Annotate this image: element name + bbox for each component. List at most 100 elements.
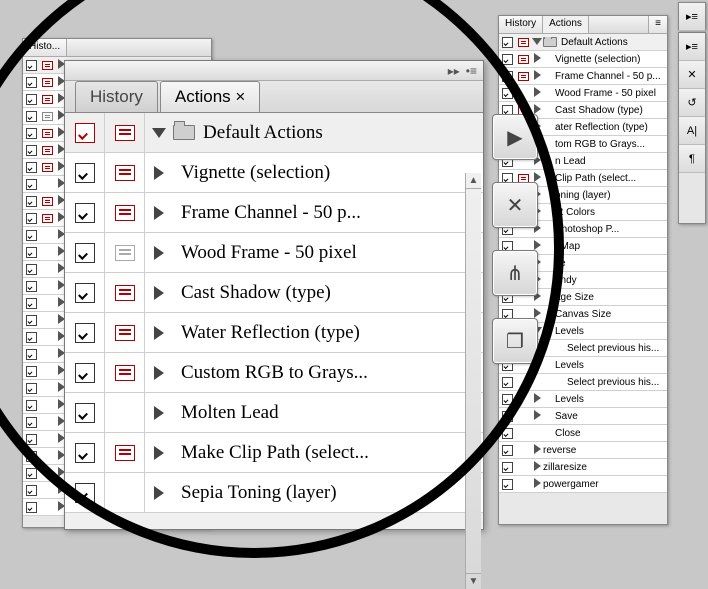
dialog-toggle-icon[interactable] [42,61,53,70]
action-row[interactable]: reverse [499,442,667,459]
expand-arrow-icon[interactable] [534,87,541,97]
char-icon[interactable]: A| [679,117,705,145]
action-row[interactable]: Water Reflection (type) [65,313,483,353]
action-row[interactable]: Close [499,425,667,442]
toggle-checkbox[interactable] [502,37,513,48]
dialog-toggle-icon[interactable] [115,445,135,461]
toggle-checkbox[interactable] [502,445,513,456]
toggle-checkbox[interactable] [26,366,37,377]
toggle-checkbox[interactable] [75,403,95,423]
expand-arrow-icon[interactable] [154,406,164,420]
expand-arrow-icon[interactable] [534,53,541,63]
dialog-toggle-icon[interactable] [42,146,53,155]
dialog-toggle-icon[interactable] [42,163,53,172]
toggle-checkbox[interactable] [26,60,37,71]
toggle-checkbox[interactable] [26,162,37,173]
toggle-checkbox[interactable] [502,71,513,82]
crossed-tools-icon[interactable]: ✕ [679,61,705,89]
action-set-header[interactable]: Default Actions [65,113,483,153]
toggle-checkbox[interactable] [26,94,37,105]
action-row[interactable]: Make Clip Path (select... [65,433,483,473]
action-set-header[interactable]: Default Actions [499,34,667,51]
expand-arrow-icon[interactable] [534,104,541,114]
toggle-checkbox[interactable] [26,400,37,411]
expand-arrow-icon[interactable] [154,166,164,180]
dialog-toggle-icon[interactable] [42,214,53,223]
expand-arrow-icon[interactable] [154,246,164,260]
expand-arrow-icon[interactable] [154,286,164,300]
drag-handle-icon[interactable]: ▸▸ [448,64,460,78]
toggle-checkbox[interactable] [26,264,37,275]
dialog-toggle-icon[interactable] [115,365,135,381]
dialog-toggle-icon[interactable] [115,285,135,301]
dialog-toggle-icon[interactable] [518,38,529,47]
toggle-checkbox[interactable] [26,179,37,190]
expand-arrow-icon[interactable] [154,366,164,380]
expand-arrow-icon[interactable] [534,478,541,488]
action-row[interactable]: Wood Frame - 50 pixel [65,233,483,273]
toggle-checkbox[interactable] [502,479,513,490]
toggle-checkbox[interactable] [26,298,37,309]
tab-actions[interactable]: Actions [543,16,589,33]
play-button[interactable]: ▶ [492,114,538,160]
action-row[interactable]: Vignette (selection) [499,51,667,68]
toggle-checkbox[interactable] [502,88,513,99]
toggle-checkbox[interactable] [26,77,37,88]
dialog-toggle-icon[interactable] [518,55,529,64]
toggle-checkbox[interactable] [26,230,37,241]
toggle-checkbox[interactable] [502,411,513,422]
tab-history[interactable]: History [75,81,158,112]
action-row[interactable]: Levels [499,391,667,408]
toggle-checkbox[interactable] [502,394,513,405]
dialog-toggle-icon[interactable] [518,72,529,81]
tab-history[interactable]: Histo... [23,39,67,56]
expand-arrow-icon[interactable] [534,410,541,420]
toggle-checkbox[interactable] [502,54,513,65]
toggle-checkbox[interactable] [75,363,95,383]
toggle-checkbox[interactable] [26,145,37,156]
dialog-toggle-icon[interactable] [42,78,53,87]
history-icon[interactable]: ↺ [679,89,705,117]
scrollbar[interactable]: ▲ ▼ [465,173,481,589]
scroll-down-icon[interactable]: ▼ [466,573,481,589]
toggle-checkbox[interactable] [75,323,95,343]
expand-arrow-icon[interactable] [154,206,164,220]
menu-icon[interactable]: ▸≡ [679,33,705,61]
dialog-toggle-icon[interactable] [42,197,53,206]
dialog-toggle-icon[interactable] [115,245,135,261]
dialog-toggle-icon[interactable] [42,129,53,138]
toggle-checkbox[interactable] [26,502,37,513]
toggle-checkbox[interactable] [26,213,37,224]
expand-arrow-icon[interactable] [534,393,541,403]
action-row[interactable]: Molten Lead [65,393,483,433]
action-row[interactable]: Save [499,408,667,425]
dialog-toggle-icon[interactable] [115,205,135,221]
menu-icon[interactable]: ▸≡ [679,3,705,31]
toggle-checkbox[interactable] [26,281,37,292]
action-row[interactable]: Wood Frame - 50 pixel [499,85,667,102]
toggle-checkbox[interactable] [75,483,95,503]
toggle-checkbox[interactable] [26,332,37,343]
dialog-toggle-icon[interactable] [115,125,135,141]
collapse-arrow-icon[interactable] [532,38,542,45]
toggle-checkbox[interactable] [26,196,37,207]
scroll-up-icon[interactable]: ▲ [466,173,481,189]
toggle-checkbox[interactable] [26,468,37,479]
expand-arrow-icon[interactable] [154,446,164,460]
toggle-checkbox[interactable] [26,247,37,258]
toggle-checkbox[interactable] [26,315,37,326]
toggle-checkbox[interactable] [26,451,37,462]
para-icon[interactable]: ¶ [679,145,705,173]
toggle-checkbox[interactable] [75,283,95,303]
toggle-checkbox[interactable] [26,349,37,360]
toggle-checkbox[interactable] [75,443,95,463]
toggle-checkbox[interactable] [26,417,37,428]
action-row[interactable]: Custom RGB to Grays... [65,353,483,393]
expand-arrow-icon[interactable] [534,70,541,80]
toggle-checkbox[interactable] [502,428,513,439]
expand-arrow-icon[interactable] [154,326,164,340]
expand-arrow-icon[interactable] [534,444,541,454]
toggle-checkbox[interactable] [75,243,95,263]
dialog-toggle-icon[interactable] [42,95,53,104]
toggle-checkbox[interactable] [26,485,37,496]
